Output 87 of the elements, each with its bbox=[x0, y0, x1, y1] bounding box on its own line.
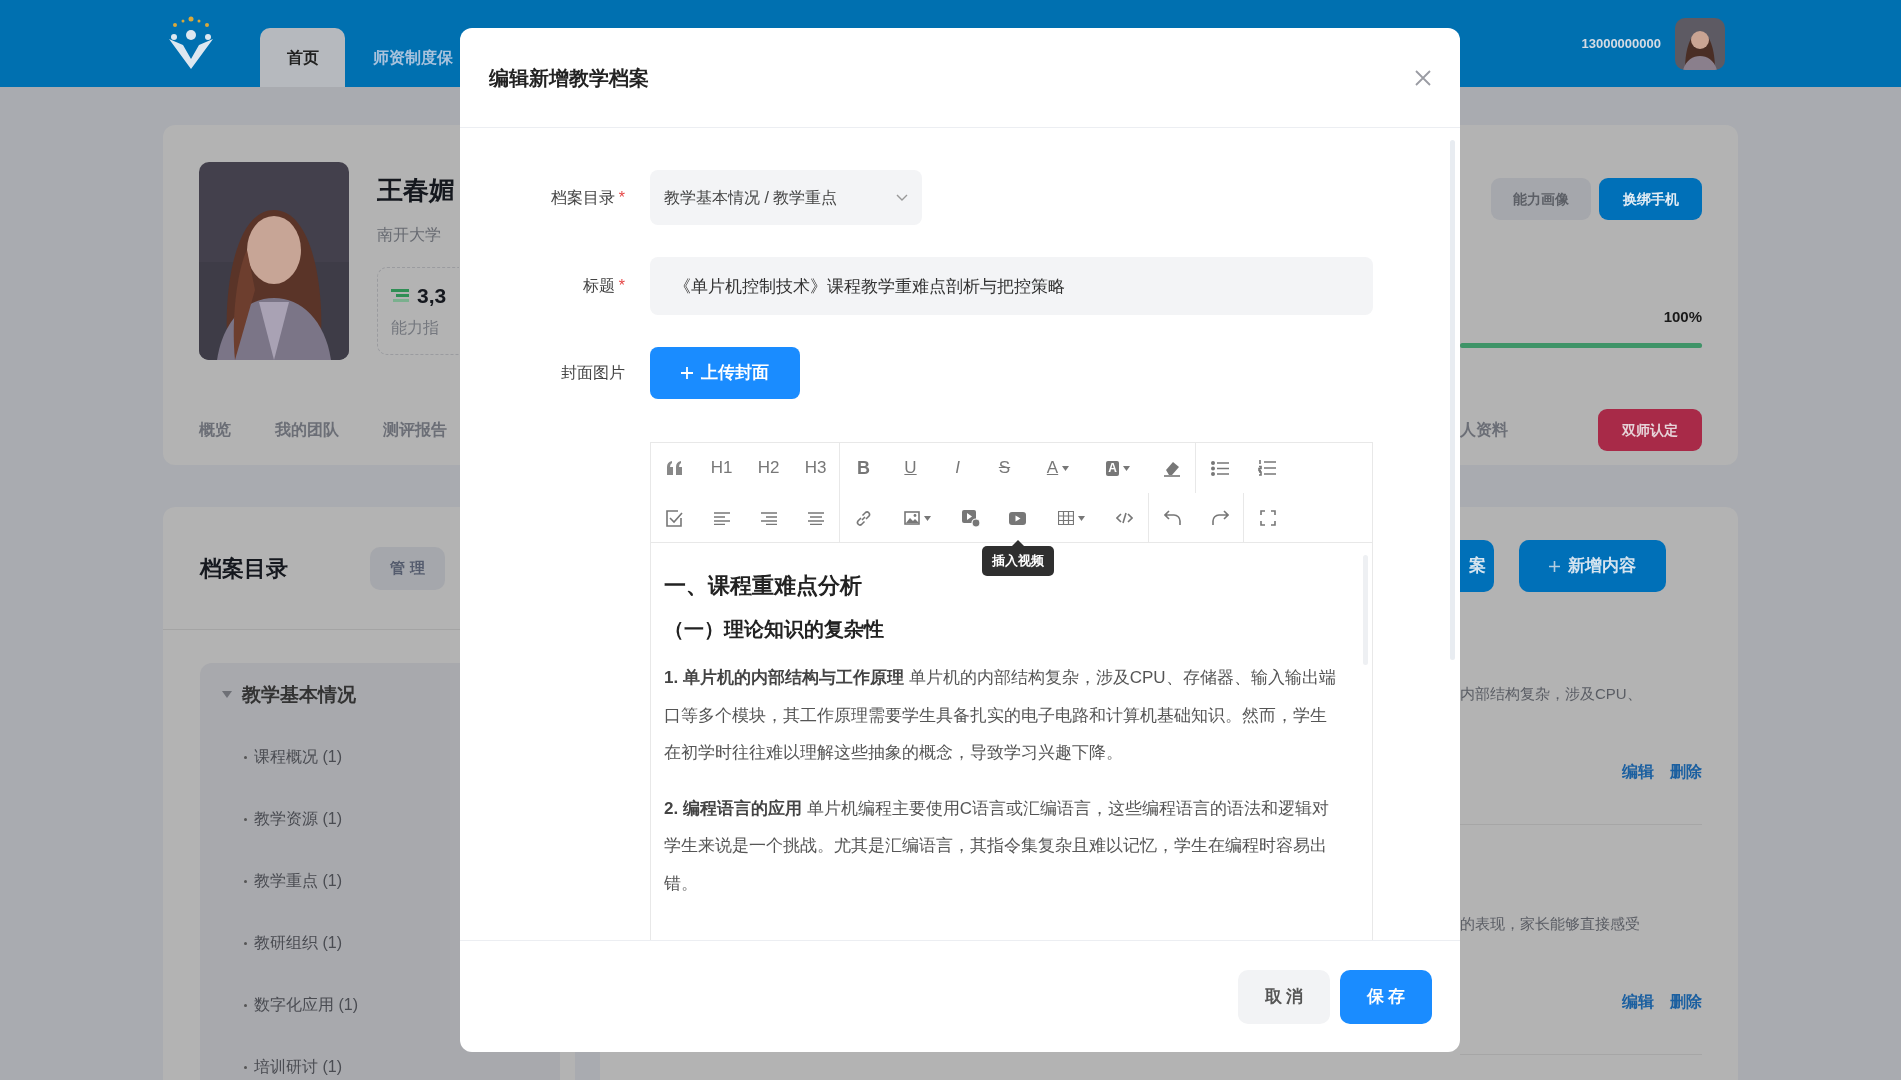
align-justify-icon[interactable] bbox=[807, 511, 824, 525]
strike-button[interactable]: S bbox=[981, 443, 1028, 493]
chevron-icon bbox=[896, 193, 908, 202]
stat-icon bbox=[391, 288, 409, 303]
profile-tab[interactable]: 测评报告 bbox=[383, 418, 447, 442]
required-mark: * bbox=[618, 277, 625, 294]
bullet-icon bbox=[244, 817, 247, 821]
heading-button[interactable]: H2 bbox=[745, 443, 792, 493]
profile-tab[interactable]: 我的团队 bbox=[275, 418, 339, 442]
tree-item[interactable]: 教研组织 (1) bbox=[254, 931, 342, 955]
required-mark: * bbox=[618, 188, 625, 206]
certify-button[interactable]: 双师认定 bbox=[1598, 409, 1702, 451]
title-field[interactable]: 《单片机控制技术》课程教学重难点剖析与把控策略 bbox=[650, 257, 1373, 315]
entry-link[interactable]: 编辑 bbox=[1622, 990, 1654, 1014]
manage-button[interactable]: 管 理 bbox=[370, 546, 445, 590]
nav-tab[interactable]: 师资制度保 bbox=[345, 28, 453, 87]
video-icon[interactable] bbox=[1009, 511, 1026, 525]
close-icon[interactable] bbox=[1415, 69, 1431, 86]
tree-item[interactable]: 教学基本情况 bbox=[242, 680, 356, 710]
bullet-list-icon[interactable] bbox=[1210, 460, 1229, 476]
field-label: 档案目录 bbox=[550, 188, 615, 206]
caret-icon[interactable] bbox=[1077, 515, 1085, 521]
action-button[interactable]: 案 bbox=[1460, 540, 1494, 592]
stat-value: 3,3 bbox=[417, 283, 447, 309]
field-label: 封面图片 bbox=[561, 364, 625, 381]
bgcolor-button[interactable]: A bbox=[1088, 443, 1148, 493]
redo-icon[interactable] bbox=[1210, 510, 1229, 526]
table-icon[interactable] bbox=[1057, 511, 1074, 525]
heading-button[interactable]: H1 bbox=[698, 443, 745, 493]
profile-tab[interactable]: 人资料 bbox=[1460, 418, 1508, 442]
teacher-name: 王春媚 bbox=[377, 174, 456, 207]
tree-item[interactable]: 教学重点 (1) bbox=[254, 869, 342, 893]
tooltip: 插入视频 bbox=[981, 546, 1054, 576]
stat-label: 能力指 bbox=[391, 317, 440, 338]
tree-item[interactable]: 教学资源 (1) bbox=[254, 807, 342, 831]
profile-tab[interactable]: 概览 bbox=[199, 418, 231, 442]
plus-icon bbox=[1549, 560, 1560, 572]
entry-link[interactable]: 删除 bbox=[1670, 990, 1702, 1014]
numbered-list-icon[interactable] bbox=[1257, 460, 1276, 476]
save-button[interactable]: 保 存 bbox=[1340, 969, 1432, 1024]
fullscreen-icon[interactable] bbox=[1259, 510, 1276, 526]
color-button[interactable]: A bbox=[1028, 443, 1088, 493]
checkbox-icon[interactable] bbox=[666, 509, 683, 527]
section-title: 档案目录 bbox=[200, 554, 288, 583]
entry-snippet: 内部结构复杂，涉及CPU、 bbox=[1460, 684, 1643, 704]
entry-link[interactable]: 删除 bbox=[1670, 760, 1702, 784]
align-left-icon[interactable] bbox=[713, 511, 730, 525]
phone-number: 13000000000 bbox=[1581, 34, 1661, 53]
entry-snippet: 的表现，家长能够直接感受 bbox=[1460, 914, 1641, 934]
upload-button[interactable]: 上传封面 bbox=[650, 347, 800, 399]
tree-item[interactable]: 课程概况 (1) bbox=[254, 745, 342, 769]
cancel-button[interactable]: 取 消 bbox=[1238, 969, 1330, 1024]
italic-button[interactable]: I bbox=[934, 443, 981, 493]
nav-tab[interactable]: 首页 bbox=[260, 28, 345, 87]
content-paragraph: 2. 编程语言的应用 单片机编程主要使用C语言或汇编语言，这些编程语言的语法和逻辑对学生来说是一个挑战。尤其是汇编语言，其指令集复杂且难以记忆，学生在编程时容易出错。 bbox=[664, 797, 1330, 895]
bullet-icon bbox=[244, 941, 247, 945]
code-icon[interactable] bbox=[1116, 512, 1133, 524]
quote-icon[interactable] bbox=[666, 461, 683, 475]
profile-button[interactable]: 能力画像 bbox=[1491, 178, 1591, 220]
underline-button[interactable]: U bbox=[887, 443, 934, 493]
bullet-icon bbox=[244, 1065, 247, 1069]
bullet-icon bbox=[244, 879, 247, 883]
profile-button[interactable]: 换绑手机 bbox=[1599, 178, 1702, 220]
align-right-icon[interactable] bbox=[760, 511, 777, 525]
video-upload-icon[interactable] bbox=[961, 509, 980, 527]
select-field[interactable]: 教学基本情况 / 教学重点 bbox=[650, 170, 922, 225]
bullet-icon bbox=[244, 1003, 247, 1007]
tree-item[interactable]: 培训研讨 (1) bbox=[254, 1055, 342, 1079]
content-paragraph: 1. 单片机的内部结构与工作原理 单片机的内部结构复杂，涉及CPU、存储器、输入输出端口等多个模块，其工作原理需要学生具备扎实的电子电路和计算机基础知识。然而，学生在初学时往往难以理解这些抽象的概念，导致学习兴趣下降。 bbox=[664, 667, 1337, 765]
plus-icon bbox=[681, 367, 693, 379]
link-icon[interactable] bbox=[855, 509, 872, 527]
undo-icon[interactable] bbox=[1163, 510, 1182, 526]
caret-icon[interactable] bbox=[923, 515, 931, 521]
tree-item[interactable]: 数字化应用 (1) bbox=[254, 993, 358, 1017]
bold-button[interactable]: B bbox=[840, 443, 887, 493]
dialog-title: 编辑新增教学档案 bbox=[489, 65, 649, 91]
eraser-icon[interactable] bbox=[1162, 459, 1181, 477]
action-button[interactable]: 新增内容 bbox=[1519, 540, 1666, 592]
content-heading: 一、课程重难点分析 bbox=[664, 573, 862, 600]
progress-reading: 100% bbox=[1662, 307, 1702, 327]
field-label: 标题 bbox=[582, 277, 615, 294]
image-icon[interactable] bbox=[903, 511, 920, 525]
bullet-icon bbox=[244, 755, 247, 759]
content-subheading: （一）理论知识的复杂性 bbox=[664, 617, 884, 642]
entry-link[interactable]: 编辑 bbox=[1622, 760, 1654, 784]
heading-button[interactable]: H3 bbox=[792, 443, 839, 493]
school-name: 南开大学 bbox=[377, 225, 442, 245]
